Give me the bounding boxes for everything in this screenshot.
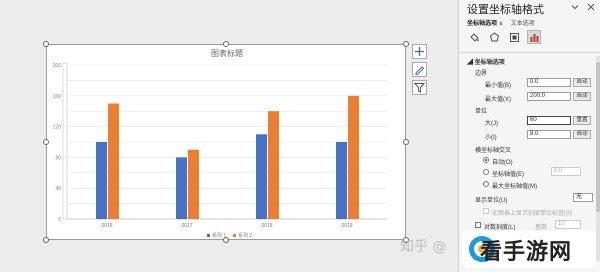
format-axis-pane: 设置坐标轴格式 坐标轴选项 ∨ 文本选项 ◢ 坐标轴选项 边界 最小值(B) 0… <box>458 0 600 272</box>
chart-styles-button[interactable] <box>412 62 427 77</box>
fill-line-category[interactable] <box>467 30 481 44</box>
x-tick-label: 2019 <box>341 223 352 229</box>
cross-value-label: 坐标轴值(E) <box>492 172 524 178</box>
max-label: 最大值(X) <box>485 97 511 103</box>
display-units-select[interactable]: 无 <box>573 193 593 202</box>
resize-handle-tr[interactable] <box>403 41 409 47</box>
resize-handle-br[interactable] <box>403 237 409 243</box>
tab-axis-options[interactable]: 坐标轴选项 <box>467 21 497 27</box>
close-icon[interactable] <box>587 3 595 13</box>
resize-handle-bl[interactable] <box>43 237 49 243</box>
minor-unit-input[interactable]: 8.0 <box>527 130 571 139</box>
chart-elements-button[interactable] <box>412 44 427 59</box>
major-reset-button[interactable]: 重置 <box>573 116 591 125</box>
show-units-label: 在图表上显示刻度单位标签(S) <box>492 211 572 217</box>
resize-handle-ml[interactable] <box>43 139 49 145</box>
min-auto-button[interactable]: 自动 <box>573 78 591 87</box>
y-tick-label: 200 <box>53 63 62 69</box>
minor-label: 小(I) <box>485 135 497 141</box>
resize-handle-tc[interactable] <box>223 41 229 47</box>
bar-系列1-2017 <box>176 157 187 219</box>
axis-options-category[interactable] <box>527 30 541 44</box>
units-label: 单位 <box>475 109 488 115</box>
bar-系列1-2019 <box>336 142 347 219</box>
log-scale-label: 对数刻度(L) <box>484 225 516 231</box>
value-axis-box <box>62 62 68 220</box>
section-collapse-icon: ◢ <box>467 60 474 66</box>
chart-workspace: 图表标题 200 160 120 80 40 0 2016 2017 2018 2019 系列 1 系列… <box>0 0 458 272</box>
cross-value-radio[interactable] <box>483 169 489 175</box>
bar-系列1-2016 <box>96 142 107 219</box>
resize-handle-mr[interactable] <box>403 139 409 145</box>
resize-handle-bc[interactable] <box>223 237 229 243</box>
y-tick-label: 80 <box>55 155 61 161</box>
bar-chart-icon <box>530 33 538 42</box>
legend-swatch <box>207 234 210 237</box>
chart-title: 图表标题 <box>211 48 243 58</box>
bar-系列2-2018 <box>268 111 279 219</box>
plus-icon <box>415 47 424 56</box>
cross-label: 横坐标轴交叉 <box>475 148 512 154</box>
min-label: 最小值(B) <box>485 83 511 89</box>
bar-系列1-2018 <box>256 134 267 219</box>
bounds-label: 边界 <box>475 71 488 77</box>
size-icon <box>509 32 519 42</box>
cross-max-label: 最大坐标轴值(M) <box>492 184 537 190</box>
log-scale-checkbox[interactable] <box>475 222 481 228</box>
x-tick-label: 2018 <box>261 223 272 229</box>
tab-dropdown-icon[interactable]: ∨ <box>499 21 503 27</box>
section-axis-options-label: 坐标轴选项 <box>474 60 505 66</box>
cross-max-radio[interactable] <box>483 181 489 187</box>
category-icon-row <box>467 30 541 46</box>
major-label: 大(J) <box>485 121 498 127</box>
effects-category[interactable] <box>487 30 501 44</box>
minor-auto-button[interactable]: 自动 <box>573 130 591 139</box>
tab-text-options[interactable]: 文本选项 <box>511 21 535 27</box>
y-tick-label: 120 <box>53 125 62 131</box>
chart-frame[interactable]: 图表标题 200 160 120 80 40 0 2016 2017 2018 2019 系列 1 系列… <box>46 44 406 240</box>
max-auto-button[interactable]: 自动 <box>573 92 591 101</box>
cross-auto-label: 自动(O) <box>492 160 513 166</box>
paint-bucket-icon <box>469 32 479 42</box>
cross-value-input[interactable]: 0.0 <box>551 167 581 176</box>
log-base-label: 基数 <box>535 225 548 231</box>
log-base-input[interactable]: 10 <box>555 220 581 229</box>
section-axis-options[interactable]: ◢ 坐标轴选项 <box>467 57 505 66</box>
chart-canvas: 图表标题200160120804002016 2017 2018 2019系列 1 系列… <box>53 48 387 239</box>
pane-title: 设置坐标轴格式 <box>467 4 544 16</box>
pane-divider <box>459 52 600 53</box>
pane-tabs: 坐标轴选项 ∨ 文本选项 <box>467 18 535 27</box>
resize-handle-tl[interactable] <box>43 41 49 47</box>
legend-swatch <box>233 234 236 237</box>
major-unit-input[interactable]: 60 <box>527 116 571 125</box>
max-bound-input[interactable]: 200.0 <box>527 92 571 101</box>
show-units-checkbox[interactable] <box>483 208 489 214</box>
bar-系列2-2017 <box>188 149 199 219</box>
legend-label: 系列 2 <box>238 232 252 239</box>
y-tick-label: 160 <box>53 94 62 100</box>
brush-icon <box>415 66 425 75</box>
y-tick-label: 40 <box>55 186 61 192</box>
chevron-down-icon[interactable] <box>571 3 579 13</box>
x-tick-label: 2016 <box>101 223 112 229</box>
filter-icon <box>414 83 425 93</box>
bar-系列2-2019 <box>348 95 359 219</box>
display-units-label: 显示单位(U) <box>475 198 508 204</box>
y-tick-label: 0 <box>58 217 61 223</box>
cross-auto-radio[interactable] <box>483 157 489 163</box>
min-bound-input[interactable]: 0.0 <box>527 78 571 87</box>
pane-scrollbar-thumb[interactable] <box>596 62 600 212</box>
bar-系列2-2016 <box>108 103 119 219</box>
chart-filter-button[interactable] <box>412 80 427 95</box>
pentagon-icon <box>489 31 499 41</box>
x-tick-label: 2017 <box>181 223 192 229</box>
size-properties-category[interactable] <box>507 30 521 44</box>
